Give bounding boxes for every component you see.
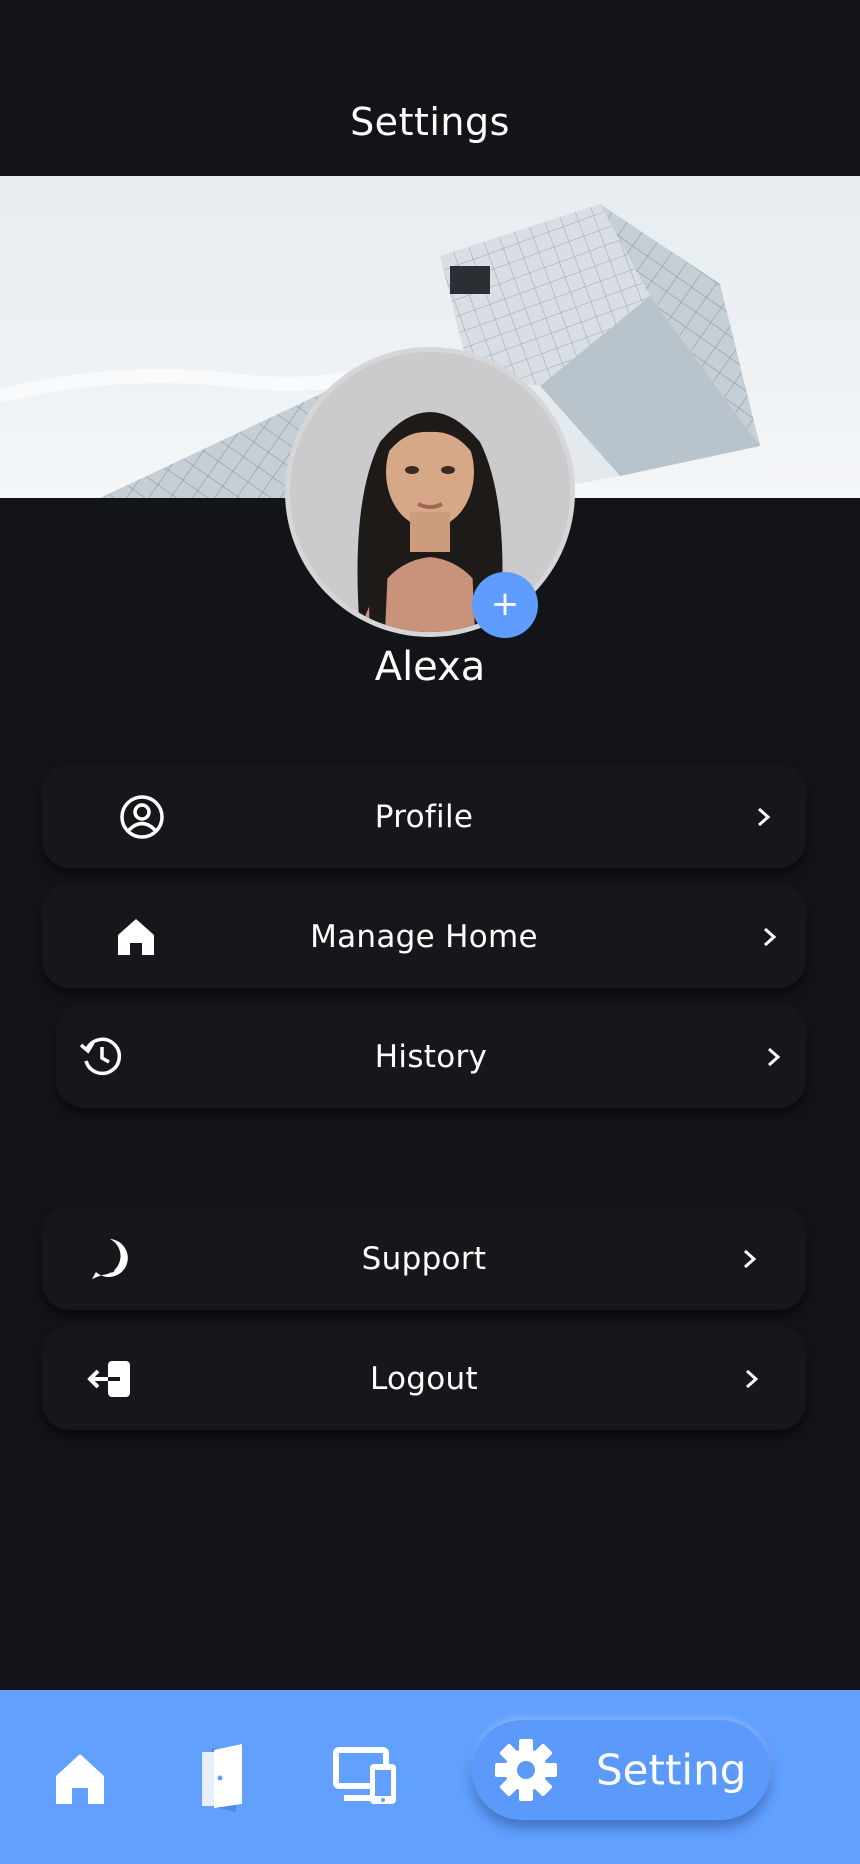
- menu-item-label: History: [374, 1039, 488, 1075]
- user-name: Alexa: [374, 644, 486, 690]
- menu-item-label: Support: [361, 1241, 487, 1277]
- nav-setting-label: Setting: [596, 1745, 747, 1795]
- menu-item-label: Manage Home: [310, 919, 538, 955]
- nav-door-icon[interactable]: [188, 1740, 260, 1812]
- nav-setting-button[interactable]: Setting: [472, 1720, 770, 1820]
- nav-devices-icon[interactable]: [330, 1740, 402, 1812]
- page-title: Settings: [350, 100, 510, 144]
- menu-item-history[interactable]: History: [56, 1006, 806, 1108]
- chevron-right-icon: [740, 1367, 764, 1391]
- nav-home-icon[interactable]: [44, 1742, 116, 1814]
- chevron-right-icon: [762, 1045, 786, 1069]
- bottom-nav: Setting: [0, 1690, 860, 1864]
- menu-item-profile[interactable]: Profile: [42, 766, 806, 868]
- menu-item-label: Profile: [374, 799, 474, 835]
- menu-item-logout[interactable]: Logout: [42, 1328, 806, 1430]
- menu-item-label: Logout: [370, 1361, 478, 1397]
- chevron-right-icon: [738, 1247, 762, 1271]
- add-photo-button[interactable]: +: [472, 572, 538, 638]
- menu-item-support[interactable]: Support: [42, 1208, 806, 1310]
- chevron-right-icon: [752, 805, 776, 829]
- menu-item-manage-home[interactable]: Manage Home: [42, 886, 806, 988]
- gear-icon: [490, 1734, 562, 1806]
- chevron-right-icon: [758, 925, 782, 949]
